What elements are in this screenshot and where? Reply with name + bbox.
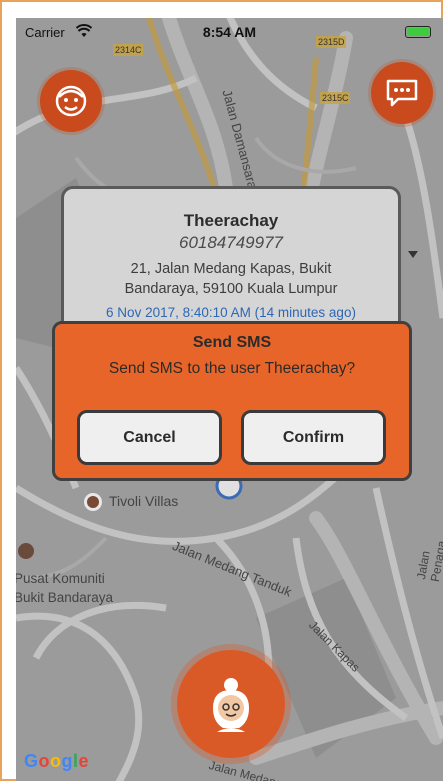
route-shield-label: 2314C	[115, 45, 142, 55]
status-bar: Carrier 8:54 AM	[16, 18, 443, 46]
place-label-tivoli[interactable]: Tivoli Villas	[109, 493, 178, 509]
last-seen-timestamp[interactable]: 6 Nov 2017, 8:40:10 AM (14 minutes ago)	[64, 305, 398, 320]
place-label-community-2[interactable]: Bukit Bandaraya	[16, 590, 113, 605]
place-marker-icon[interactable]	[84, 493, 102, 511]
user-avatar-icon	[55, 85, 87, 117]
battery-icon	[405, 26, 431, 38]
user-info-card[interactable]: Theerachay 60184749977 21, Jalan Medang …	[61, 186, 401, 338]
route-shield-label: 2315C	[322, 93, 349, 103]
expand-arrow-icon[interactable]	[408, 251, 418, 258]
user-address: 21, Jalan Medang Kapas, Bukit Bandaraya,…	[64, 259, 398, 299]
status-time: 8:54 AM	[202, 24, 257, 40]
user-phone: 60184749977	[178, 233, 283, 252]
user-name: Theerachay	[183, 211, 279, 230]
address-line-2: Bandaraya, 59100 Kuala Lumpur	[124, 281, 338, 297]
grandmother-avatar-icon	[213, 678, 249, 732]
dialog-message: Send SMS to the user Theerachay?	[108, 360, 356, 377]
google-logo: Google	[24, 751, 90, 771]
place-label-community[interactable]: Pusat Komuniti	[16, 571, 105, 586]
dialog-title: Send SMS	[192, 334, 272, 351]
profile-button[interactable]	[40, 70, 102, 132]
confirm-button[interactable]: Confirm	[241, 410, 386, 465]
phone-screen: 2314C 2315D 2315C Jalan Damansara Jalan …	[16, 18, 443, 781]
chat-button[interactable]	[371, 62, 433, 124]
community-center-icon[interactable]	[18, 543, 34, 559]
elder-profile-button[interactable]	[177, 650, 285, 758]
cancel-button[interactable]: Cancel	[77, 410, 222, 465]
chat-bubble-icon	[386, 79, 418, 107]
send-sms-dialog: Send SMS Send SMS to the user Theerachay…	[52, 321, 412, 481]
address-line-1: 21, Jalan Medang Kapas, Bukit	[130, 261, 332, 277]
